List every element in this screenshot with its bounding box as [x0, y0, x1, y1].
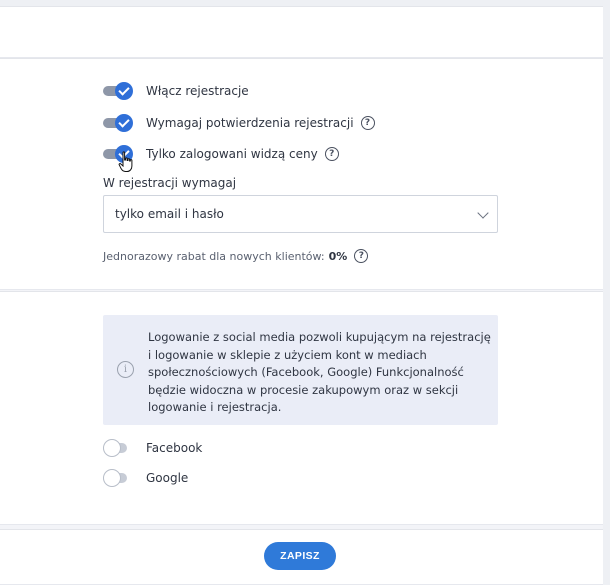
social-login-info-text: Logowanie z social media pozwoli kupując…	[148, 330, 491, 414]
save-button[interactable]: ZAPISZ	[264, 542, 336, 570]
enable-registration-row: Włącz rejestracje	[103, 81, 249, 101]
facebook-toggle[interactable]	[103, 438, 133, 458]
google-row: Google	[103, 468, 188, 488]
panel-header	[0, 6, 603, 58]
new-customer-discount: Jednorazowy rabat dla nowych klientów: 0…	[103, 247, 369, 265]
help-icon[interactable]: ?	[324, 147, 339, 161]
help-icon[interactable]: ?	[360, 116, 375, 130]
selected-value: tylko email i hasło	[115, 207, 224, 221]
facebook-row: Facebook	[103, 438, 202, 458]
help-icon[interactable]: ?	[354, 249, 369, 263]
checkmark-icon	[115, 82, 133, 100]
checkmark-icon	[115, 145, 133, 163]
require-confirmation-label: Wymagaj potwierdzenia rejestracji	[146, 116, 354, 130]
enable-registration-toggle[interactable]	[103, 81, 133, 101]
checkmark-icon	[115, 114, 133, 132]
require-confirmation-toggle[interactable]	[103, 113, 133, 133]
google-label: Google	[146, 471, 189, 485]
chevron-down-icon	[477, 207, 489, 219]
google-toggle[interactable]	[103, 468, 133, 488]
enable-registration-label: Włącz rejestracje	[146, 84, 249, 98]
facebook-label: Facebook	[146, 441, 203, 455]
social-login-info-box: i Logowanie z social media pozwoli kupuj…	[103, 315, 498, 425]
registration-requirement-select[interactable]: tylko email i hasło	[103, 195, 498, 233]
discount-value: 0%	[328, 249, 348, 263]
prices-logged-only-row: Tylko zalogowani widzą ceny ?	[103, 144, 339, 164]
require-confirmation-row: Wymagaj potwierdzenia rejestracji ?	[103, 113, 375, 133]
scrollbar-track	[603, 0, 610, 585]
prices-logged-only-label: Tylko zalogowani widzą ceny	[146, 147, 318, 161]
prices-logged-only-toggle[interactable]	[103, 144, 133, 164]
registration-requirement-label: W rejestracji wymagaj	[103, 176, 237, 190]
info-icon: i	[117, 361, 134, 378]
discount-label: Jednorazowy rabat dla nowych klientów:	[103, 249, 325, 263]
